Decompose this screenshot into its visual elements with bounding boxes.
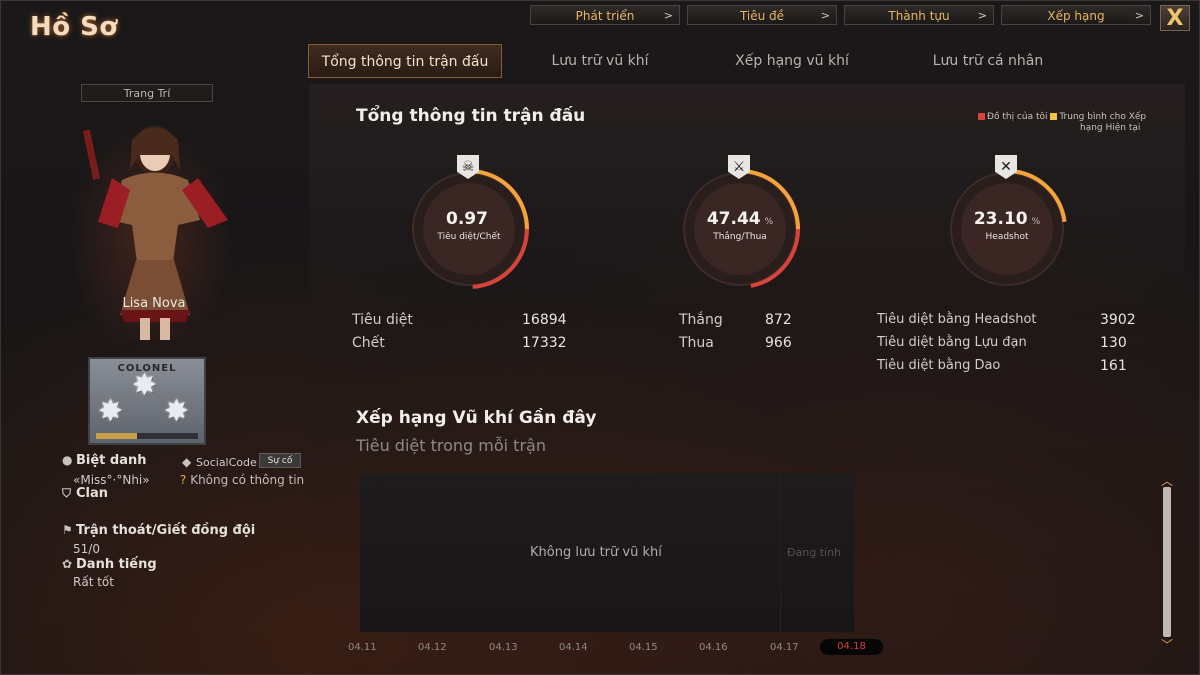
headshot-kills-label: Tiêu diệt bằng Headshot [877,312,1037,327]
legend-avg-swatch [1050,113,1058,120]
kd-value: 0.97 [446,209,488,229]
losses-label: Thua [679,335,714,351]
nav-label: Phát triển [575,9,635,23]
nickname-label: ● Biệt danh [62,453,147,468]
chevron-right-icon: > [977,9,987,22]
kills-value: 16894 [522,312,567,328]
reputation-value: Rất tốt [73,575,114,589]
person-icon: ● [62,453,73,467]
losses-value: 966 [765,335,792,351]
tag-icon: ◆ [182,455,192,469]
deaths-value: 17332 [522,335,567,351]
nav-label: Tiêu đề [739,9,785,23]
clan-icon: ⛉ [62,486,72,500]
weapon-ranking-subtitle: Tiêu diệt trong mỗi trận [356,436,546,455]
nav-achievements-button[interactable]: Thành tựu > [844,5,994,25]
section-title: Tổng thông tin trận đấu [356,106,586,126]
weapon-ranking-title: Xếp hạng Vũ khí Gần đây [356,408,597,428]
tab-match-summary[interactable]: Tổng thông tin trận đấu [308,44,502,78]
knife-kills-value: 161 [1100,358,1127,374]
star-icon: ✸ [132,368,158,403]
window-title: Hồ Sơ [30,12,118,42]
kd-gauge: ☠ 0.97 Tiêu diệt/Chết [407,155,531,291]
date-tick-active[interactable]: 04.18 [820,639,883,655]
kills-label: Tiêu diệt [352,312,413,328]
winrate-value: 47.44% [706,209,774,229]
kd-label: Tiêu diệt/Chết [437,232,501,242]
socialcode-value: ? Không có thông tin [180,473,305,487]
report-issue-button[interactable]: Sự cố [259,453,301,468]
close-button[interactable]: X [1160,5,1190,31]
date-tick[interactable]: 04.13 [489,642,518,653]
headshot-value: 23.10% [973,209,1041,229]
chevron-right-icon: > [663,9,673,22]
nav-label: Xếp hạng [1047,9,1105,23]
winrate-gauge: ⚔ 47.44% Thắng/Thua [678,155,802,291]
question-icon: ? [180,473,187,487]
clan-label: ⛉ Clan [62,486,109,501]
date-tick[interactable]: 04.12 [418,642,447,653]
headshot-kills-value: 3902 [1100,312,1136,328]
gauge-inner [694,183,786,275]
character-name: Lisa Nova [122,296,186,311]
scrollbar[interactable]: ︿ ﹀ [1160,475,1174,651]
escape-value: 51/0 [73,542,100,556]
date-tick[interactable]: 04.14 [559,642,588,653]
legend: Đồ thị của tôi Trung bình cho Xếp hạng H… [978,112,1146,134]
nav-title-button[interactable]: Tiêu đề > [687,5,837,25]
nav-development-button[interactable]: Phát triển > [530,5,680,25]
scrollbar-thumb[interactable] [1163,487,1171,637]
date-tick[interactable]: 04.17 [770,642,799,653]
nav-ranking-button[interactable]: Xếp hạng > [1001,5,1151,25]
date-tick[interactable]: 04.11 [348,642,377,653]
scroll-down-icon[interactable]: ﹀ [1160,639,1174,651]
grenade-kills-label: Tiêu diệt bằng Lựu đạn [877,335,1027,350]
wins-value: 872 [765,312,792,328]
tab-weapon-ranking[interactable]: Xếp hạng vũ khí [712,44,872,78]
winrate-label: Thắng/Thua [713,232,767,242]
wins-label: Thắng [679,312,723,328]
gauge-inner [423,183,515,275]
legend-mine-swatch [978,113,985,120]
star-icon: ✸ [164,394,190,429]
headshot-label: Headshot [985,232,1029,242]
chevron-right-icon: > [1134,9,1144,22]
nav-label: Thành tựu [888,9,950,23]
gauge-inner [961,183,1053,275]
tab-personal-storage[interactable]: Lưu trữ cá nhân [908,44,1068,78]
scroll-up-icon[interactable]: ︿ [1160,475,1174,487]
flower-icon: ✿ [62,557,73,571]
socialcode-label: ◆ SocialCode [182,455,257,469]
tab-weapon-storage[interactable]: Lưu trữ vũ khí [520,44,680,78]
knife-kills-label: Tiêu diệt bằng Dao [877,358,1001,373]
divider [780,474,781,632]
star-icon: ✸ [98,394,124,429]
escape-label: ⚑ Trận thoát/Giết đồng đội [62,523,256,538]
chevron-right-icon: > [820,9,830,22]
decorate-button[interactable]: Trang Trí [81,84,213,102]
reputation-label: ✿ Danh tiếng [62,557,157,572]
rank-progress-bar [96,433,198,439]
headshot-gauge: ✕ 23.10% Headshot [945,155,1069,291]
rank-progress-fill [96,433,137,439]
date-tick[interactable]: 04.15 [629,642,658,653]
pending-label: Đang tính [787,546,842,559]
running-person-icon: ⚑ [62,523,73,537]
empty-message: Không lưu trữ vũ khí [530,545,662,560]
date-tick[interactable]: 04.16 [699,642,728,653]
deaths-label: Chết [352,335,385,351]
nickname-value: «Miss°·°Nhi» [73,473,150,487]
grenade-kills-value: 130 [1100,335,1127,351]
rank-badge: COLONEL ✸ ✸ ✸ [88,357,206,445]
